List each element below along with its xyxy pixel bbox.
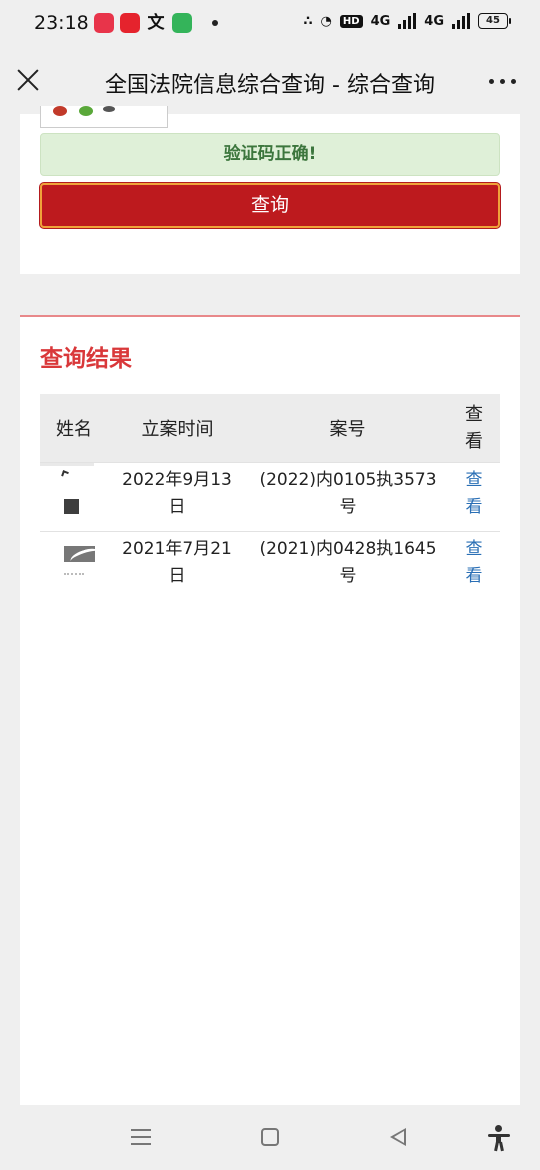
column-header-date: 立案时间 <box>141 419 214 440</box>
wen-icon: 文 <box>147 13 165 33</box>
row-date: 2021年7月21日 <box>122 539 232 586</box>
accessibility-icon[interactable] <box>488 1125 510 1152</box>
hd-icon: HD <box>339 14 363 28</box>
redacted-name <box>40 463 108 528</box>
page-title: 全国法院信息综合查询 - 综合查询 <box>105 73 435 98</box>
pinduoduo-icon <box>94 13 114 33</box>
system-navigation-bar <box>0 1105 540 1170</box>
view-link[interactable]: 查看 <box>460 536 488 590</box>
notification-dot-icon <box>212 20 218 26</box>
row-date: 2022年9月13日 <box>122 470 232 517</box>
home-icon[interactable] <box>261 1128 279 1146</box>
captcha-image[interactable] <box>40 106 168 128</box>
battery-icon: 45 <box>478 13 511 29</box>
network-label-2: 4G <box>424 13 444 29</box>
close-icon[interactable] <box>16 68 40 92</box>
status-indicators: ∴ ◔ HD 4G 4G 45 <box>303 13 511 29</box>
messages-icon <box>172 13 192 33</box>
column-header-view: 查看 <box>465 404 483 452</box>
status-bar: 23:18 文 ∴ ◔ HD 4G 4G 45 <box>0 0 540 46</box>
status-time: 23:18 <box>34 12 89 34</box>
column-header-case: 案号 <box>329 419 366 440</box>
results-title: 查询结果 <box>40 346 132 372</box>
huige-news-icon <box>120 13 140 33</box>
row-case-number: (2021)内0428执1645号 <box>259 539 437 586</box>
query-form-card: 验证码正确! 查询 <box>20 106 520 274</box>
column-header-name: 姓名 <box>56 419 92 440</box>
query-button[interactable]: 查询 <box>40 183 500 228</box>
more-options-icon[interactable] <box>489 79 516 84</box>
network-label: 4G <box>370 13 391 29</box>
captcha-verified-message: 验证码正确! <box>40 133 500 176</box>
signal-icon-2 <box>452 13 470 29</box>
table-row: 2022年9月13日 (2022)内0105执3573号 查看 <box>40 462 500 531</box>
results-card: 查询结果 姓名 立案时间 案号 查看 2022年9月13日 (2022)内010… <box>20 315 520 1105</box>
signal-icon <box>398 13 417 29</box>
redacted-name <box>40 532 108 597</box>
status-app-icons: 文 <box>94 13 218 33</box>
table-row: 2021年7月21日 (2021)内0428执1645号 查看 <box>40 531 500 600</box>
menu-icon[interactable] <box>131 1129 151 1145</box>
back-icon[interactable] <box>390 1128 406 1146</box>
wifi-icon: ◔ <box>320 13 332 29</box>
vibrate-icon: ∴ <box>303 13 313 29</box>
results-table: 姓名 立案时间 案号 查看 2022年9月13日 (2022)内0105执357… <box>40 394 500 600</box>
table-header: 姓名 立案时间 案号 查看 <box>40 394 500 462</box>
view-link[interactable]: 查看 <box>460 467 488 521</box>
row-case-number: (2022)内0105执3573号 <box>259 470 437 517</box>
